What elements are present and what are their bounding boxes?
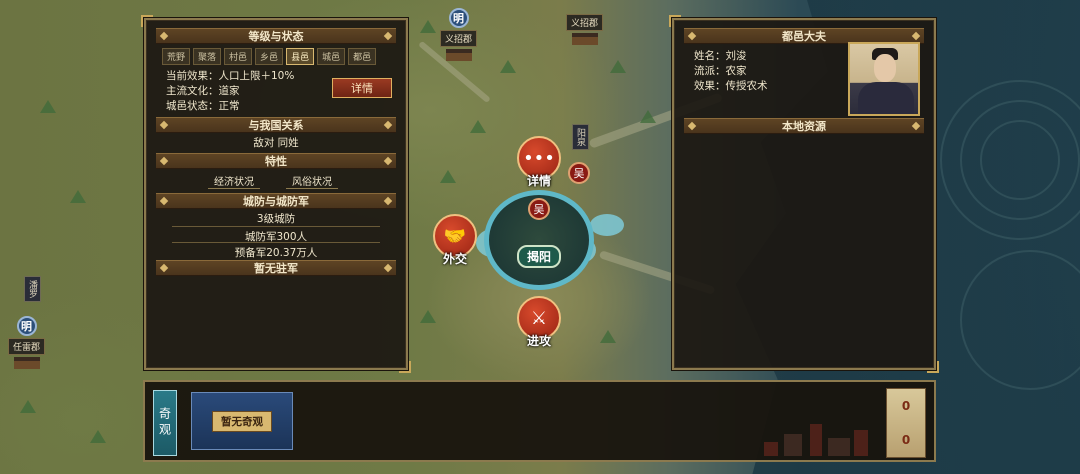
- city-marker[interactable]: 明 任雷郡: [8, 316, 46, 369]
- culture-row: 主流文化：道家: [166, 83, 240, 98]
- section-header-defense: 城防与城防军: [156, 193, 396, 209]
- mountain-icon: [600, 330, 616, 343]
- mountain-icon: [420, 20, 436, 33]
- section-title: 与我国关系: [248, 119, 304, 132]
- governor-name-value: 刘浚: [725, 50, 747, 62]
- governor-panel: 都邑大夫 姓名：刘浚 流派：农家 效果：传授农术 本地资源: [669, 15, 939, 373]
- governor-effect-value: 传授农术: [725, 80, 768, 92]
- reserve-count: 预备军20.37万人: [234, 247, 318, 259]
- attack-action-button[interactable]: ⚔ 进攻: [517, 296, 561, 349]
- wonder-tab[interactable]: 奇观: [153, 390, 177, 456]
- sea-wave: [980, 120, 1060, 200]
- faction-badge-wu: 吴: [528, 198, 550, 220]
- city-marker[interactable]: 义招郡: [566, 0, 604, 45]
- governor-school-label: 流派：: [694, 65, 726, 77]
- wonder-card-label: 暂无奇观: [212, 410, 272, 432]
- diplomacy-action-button[interactable]: 🤝 外交: [433, 214, 477, 267]
- city-label: 义招郡: [566, 14, 604, 31]
- culture-value: 道家: [218, 85, 240, 97]
- mountain-icon: [500, 60, 516, 73]
- section-title: 本地资源: [782, 120, 826, 133]
- diplomacy-action-label: 外交: [442, 252, 467, 266]
- mountain-icon: [420, 310, 436, 323]
- city-building-icon: [445, 49, 472, 61]
- city-label: 任雷郡: [8, 338, 46, 355]
- mountain-icon: [70, 190, 86, 203]
- section-header-traits: 特性: [156, 153, 396, 169]
- mountain-icon: [470, 120, 486, 133]
- selected-city-name: 揭阳: [517, 245, 562, 268]
- mountain-icon: [640, 110, 656, 123]
- tier-item: 城邑: [317, 48, 346, 65]
- relation-value: 敌对 同姓: [253, 137, 299, 149]
- current-effect-row: 当前效果：人口上限＋10%: [166, 68, 294, 83]
- section-header-rank: 等级与状态: [156, 28, 396, 44]
- city-status-value: 正常: [218, 100, 240, 112]
- detail-action-label: 详情: [526, 174, 551, 188]
- section-header-resources: 本地资源: [684, 118, 924, 134]
- counter-bottom: 0: [901, 433, 911, 447]
- city-building-icon: [13, 357, 40, 369]
- detail-action-button[interactable]: ••• 详情: [517, 136, 561, 189]
- map-banner: 阳泉: [572, 124, 589, 150]
- divider: [172, 242, 380, 243]
- cloud-decoration: [590, 214, 624, 236]
- mountain-icon: [90, 430, 106, 443]
- section-header-station: 暂无驻军: [156, 260, 396, 276]
- section-title: 城防与城防军: [243, 195, 309, 208]
- governor-name-label: 姓名：: [694, 50, 726, 62]
- mountain-icon: [20, 400, 36, 413]
- economy-status-link[interactable]: 经济状况: [208, 173, 260, 189]
- governor-portrait[interactable]: [848, 42, 920, 116]
- governor-name-row: 姓名：刘浚: [694, 48, 747, 63]
- tier-item: 聚落: [193, 48, 222, 65]
- tier-item: 村邑: [224, 48, 253, 65]
- tier-item: 都邑: [348, 48, 377, 65]
- portrait-body: [858, 82, 914, 114]
- tier-item-active: 县邑: [286, 48, 315, 65]
- mountain-icon: [440, 170, 456, 183]
- city-building-icon: [571, 33, 598, 45]
- map-banner: 潘罗: [24, 276, 41, 302]
- wonder-bar: 奇观 暂无奇观 0 0: [143, 380, 936, 462]
- city-status-row: 城邑状态：正常: [166, 98, 240, 113]
- governor-effect-row: 效果：传授农术: [694, 78, 768, 93]
- defense-level: 3级城防: [256, 213, 296, 225]
- section-title: 特性: [265, 155, 287, 168]
- tier-list: 荒野 聚落 村邑 乡邑 县邑 城邑 都邑: [162, 48, 377, 65]
- current-effect-value: 人口上限＋10%: [218, 70, 295, 82]
- wonder-counter: 0 0: [886, 388, 926, 458]
- section-title: 都邑大夫: [782, 30, 826, 43]
- governor-school-value: 农家: [725, 65, 747, 77]
- tier-item: 乡邑: [255, 48, 284, 65]
- city-status-label: 城邑状态：: [166, 100, 219, 112]
- tier-item: 荒野: [162, 48, 191, 65]
- section-header-relation: 与我国关系: [156, 117, 396, 133]
- wonder-card[interactable]: 暂无奇观: [191, 392, 293, 450]
- current-effect-label: 当前效果：: [166, 70, 219, 82]
- governor-effect-label: 效果：: [694, 80, 726, 92]
- mountain-icon: [40, 100, 56, 113]
- mountain-icon: [610, 60, 626, 73]
- governor-school-row: 流派：农家: [694, 63, 747, 78]
- city-marker[interactable]: 明 义招郡: [440, 8, 478, 61]
- faction-badge: 明: [448, 8, 469, 28]
- portrait-face: [874, 54, 896, 82]
- counter-top: 0: [901, 399, 911, 413]
- detail-button[interactable]: 详情: [332, 78, 392, 98]
- city-skyline-decoration: [754, 414, 884, 458]
- faction-badge: 明: [16, 316, 37, 336]
- section-title: 暂无驻军: [254, 262, 298, 275]
- attack-action-label: 进攻: [526, 334, 551, 348]
- culture-label: 主流文化：: [166, 85, 219, 97]
- city-status-panel: 等级与状态 荒野 聚落 村邑 乡邑 县邑 城邑 都邑 当前效果：人口上限＋10%…: [141, 15, 411, 373]
- divider: [172, 226, 380, 227]
- custom-status-link[interactable]: 风俗状况: [286, 173, 338, 189]
- section-title: 等级与状态: [248, 30, 304, 43]
- city-label: 义招郡: [440, 30, 478, 47]
- faction-badge-wu: 吴: [568, 162, 590, 184]
